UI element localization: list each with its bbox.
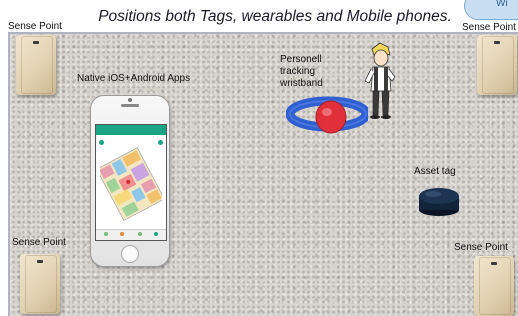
diagram-title: Positions both Tags, wearables and Mobil… xyxy=(98,8,452,25)
nav-icon xyxy=(120,232,124,236)
app-header-bar xyxy=(96,125,166,135)
sense-point-device-icon xyxy=(16,35,56,95)
sense-point-label-top-left: Sense Point xyxy=(8,21,62,32)
wristband-label-line: wristband xyxy=(280,78,323,89)
nav-icon xyxy=(154,232,158,236)
sense-point-label-bottom-left: Sense Point xyxy=(12,237,66,248)
phone-camera xyxy=(128,98,132,102)
phone-home-button xyxy=(121,245,139,263)
floor-map-icon xyxy=(100,147,162,221)
sense-point-device-icon xyxy=(474,256,514,316)
sense-point-label-top-right: Sense Point xyxy=(462,22,516,33)
wristband-label-line: Personell xyxy=(280,54,322,65)
nav-icon xyxy=(104,232,108,236)
asset-tag-label: Asset tag xyxy=(414,166,456,177)
positioning-diagram: Positions both Tags, wearables and Mobil… xyxy=(0,0,518,316)
phone-speaker xyxy=(121,104,139,107)
person-cartoon-icon xyxy=(364,42,396,119)
wristband-label-line: tracking xyxy=(280,66,316,77)
phone-label: Native iOS+Android Apps xyxy=(77,73,191,84)
sense-point-device-icon xyxy=(20,254,60,314)
sense-point-label-bottom-right: Sense Point xyxy=(454,242,508,253)
wristband-label: Personell tracking wristband xyxy=(280,54,323,90)
smartphone-icon xyxy=(90,95,170,267)
app-screen xyxy=(95,124,167,241)
wristband-icon xyxy=(286,96,368,134)
wifi-cloud-label: Wi xyxy=(496,0,508,9)
nav-icon xyxy=(138,232,142,236)
sense-point-device-icon xyxy=(477,35,517,95)
wifi-cloud-icon xyxy=(464,0,518,20)
asset-tag-puck-icon xyxy=(419,188,459,216)
